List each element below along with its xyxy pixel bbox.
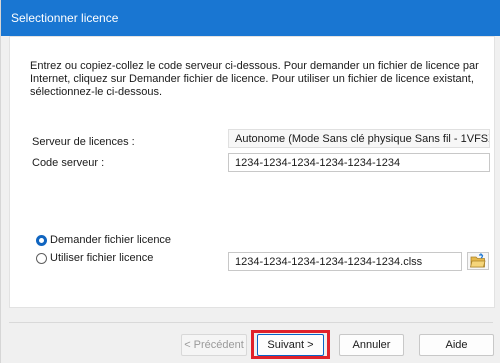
window-title: Selectionner licence [11, 11, 119, 25]
folder-open-icon [469, 253, 486, 268]
server-value: Autonome (Mode Sans clé physique Sans fi… [235, 133, 490, 145]
intro-line-2: Internet, cliquez sur Demander fichier d… [30, 73, 474, 85]
next-button-highlight [251, 330, 330, 359]
radio-request-indicator[interactable] [36, 234, 47, 246]
server-field[interactable]: Autonome (Mode Sans clé physique Sans fi… [228, 129, 490, 148]
license-file-input[interactable]: 1234-1234-1234-1234-1234-1234.clss [228, 252, 462, 271]
radio-request-label: Demander fichier licence [50, 234, 172, 246]
title-bar: Selectionner licence [1, 0, 500, 36]
intro-line-3: sélectionnez-le ci-dessous. [30, 86, 163, 98]
code-label: Code serveur : [32, 157, 105, 169]
intro-line-1: Entrez ou copiez-collez le code serveur … [30, 60, 479, 72]
server-label: Serveur de licences : [32, 136, 135, 148]
radio-use-license[interactable]: Utiliser fichier licence [36, 252, 153, 264]
license-dialog: Selectionner licence Entrez ou copiez-co… [0, 0, 500, 363]
previous-button[interactable]: < Précédent [181, 334, 247, 356]
radio-use-indicator[interactable] [36, 252, 47, 264]
help-button[interactable]: Aide [419, 334, 494, 356]
radio-use-label: Utiliser fichier licence [50, 252, 154, 264]
cancel-button[interactable]: Annuler [339, 334, 404, 356]
server-code-input[interactable]: 1234-1234-1234-1234-1234-1234 [228, 153, 490, 172]
license-file-value: 1234-1234-1234-1234-1234-1234.clss [235, 256, 423, 268]
footer-separator [9, 322, 493, 323]
intro-text: Entrez ou copiez-collez le code serveur … [30, 60, 482, 99]
browse-button[interactable] [467, 252, 489, 270]
radio-request-license[interactable]: Demander fichier licence [36, 234, 171, 246]
server-code-value: 1234-1234-1234-1234-1234-1234 [235, 157, 401, 169]
